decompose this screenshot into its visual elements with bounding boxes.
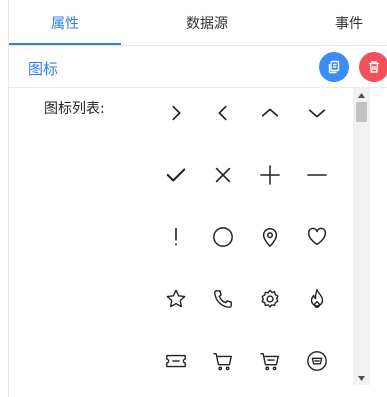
icon-option-phone[interactable] (203, 279, 243, 319)
icon-option-close[interactable] (203, 155, 243, 195)
copy-icon (328, 60, 340, 74)
cart-icon (213, 352, 232, 371)
copy-button[interactable] (319, 52, 349, 82)
section-title[interactable]: 图标 (28, 58, 58, 79)
active-tab-indicator (9, 43, 121, 45)
icon-option-location-pin[interactable] (250, 217, 290, 257)
icon-option-heart[interactable] (297, 217, 337, 257)
icon-option-shopping-badge[interactable] (297, 341, 337, 381)
trash-icon (369, 61, 379, 73)
icon-option-chevron-right[interactable] (156, 93, 196, 133)
icon-option-cart[interactable] (203, 341, 243, 381)
icon-list-panel: 图标列表: (9, 88, 387, 397)
cart-alt-icon (260, 352, 279, 371)
icon-list-label: 图标列表: (44, 101, 105, 117)
chevron-down-icon (308, 109, 326, 118)
close-icon (215, 167, 231, 183)
properties-panel: 属性 数据源 事件 图标 图标列表: (0, 0, 387, 397)
icon-option-fire[interactable] (297, 279, 337, 319)
chevron-up-icon (261, 108, 279, 117)
tab-properties[interactable]: 属性 (9, 0, 121, 46)
chevron-left-icon (218, 105, 227, 121)
scroll-up-arrow-icon[interactable] (353, 88, 370, 102)
ticket-icon (166, 354, 186, 368)
tab-datasource[interactable]: 数据源 (147, 0, 267, 46)
icon-option-minus[interactable] (297, 155, 337, 195)
icon-option-gear[interactable] (250, 279, 290, 319)
exclamation-icon (174, 227, 178, 246)
star-icon (166, 289, 186, 308)
heart-icon (307, 227, 327, 246)
delete-button[interactable] (359, 52, 387, 82)
gear-icon (261, 289, 279, 308)
icon-option-chevron-up[interactable] (250, 93, 290, 133)
fire-icon (310, 289, 324, 308)
chevron-right-icon (172, 105, 181, 121)
icon-option-cart-alt[interactable] (250, 341, 290, 381)
icon-option-chevron-down[interactable] (297, 93, 337, 133)
phone-icon (214, 290, 232, 308)
icon-option-exclamation[interactable] (156, 217, 196, 257)
plus-icon (260, 165, 280, 185)
scroll-down-arrow-icon[interactable] (353, 371, 370, 385)
icon-option-star[interactable] (156, 279, 196, 319)
shopping-badge-icon (307, 351, 327, 371)
tab-events[interactable]: 事件 (309, 0, 387, 46)
circle-icon (213, 227, 233, 247)
vertical-scrollbar[interactable] (353, 88, 370, 385)
icon-option-chevron-left[interactable] (203, 93, 243, 133)
icon-option-circle[interactable] (203, 217, 243, 257)
icon-option-plus[interactable] (250, 155, 290, 195)
icon-option-ticket[interactable] (156, 341, 196, 381)
location-pin-icon (262, 228, 278, 247)
minus-icon (307, 174, 327, 176)
scrollbar-thumb[interactable] (356, 102, 367, 122)
icon-option-check[interactable] (156, 155, 196, 195)
check-icon (166, 168, 186, 182)
tab-bar: 属性 数据源 事件 (9, 0, 387, 46)
